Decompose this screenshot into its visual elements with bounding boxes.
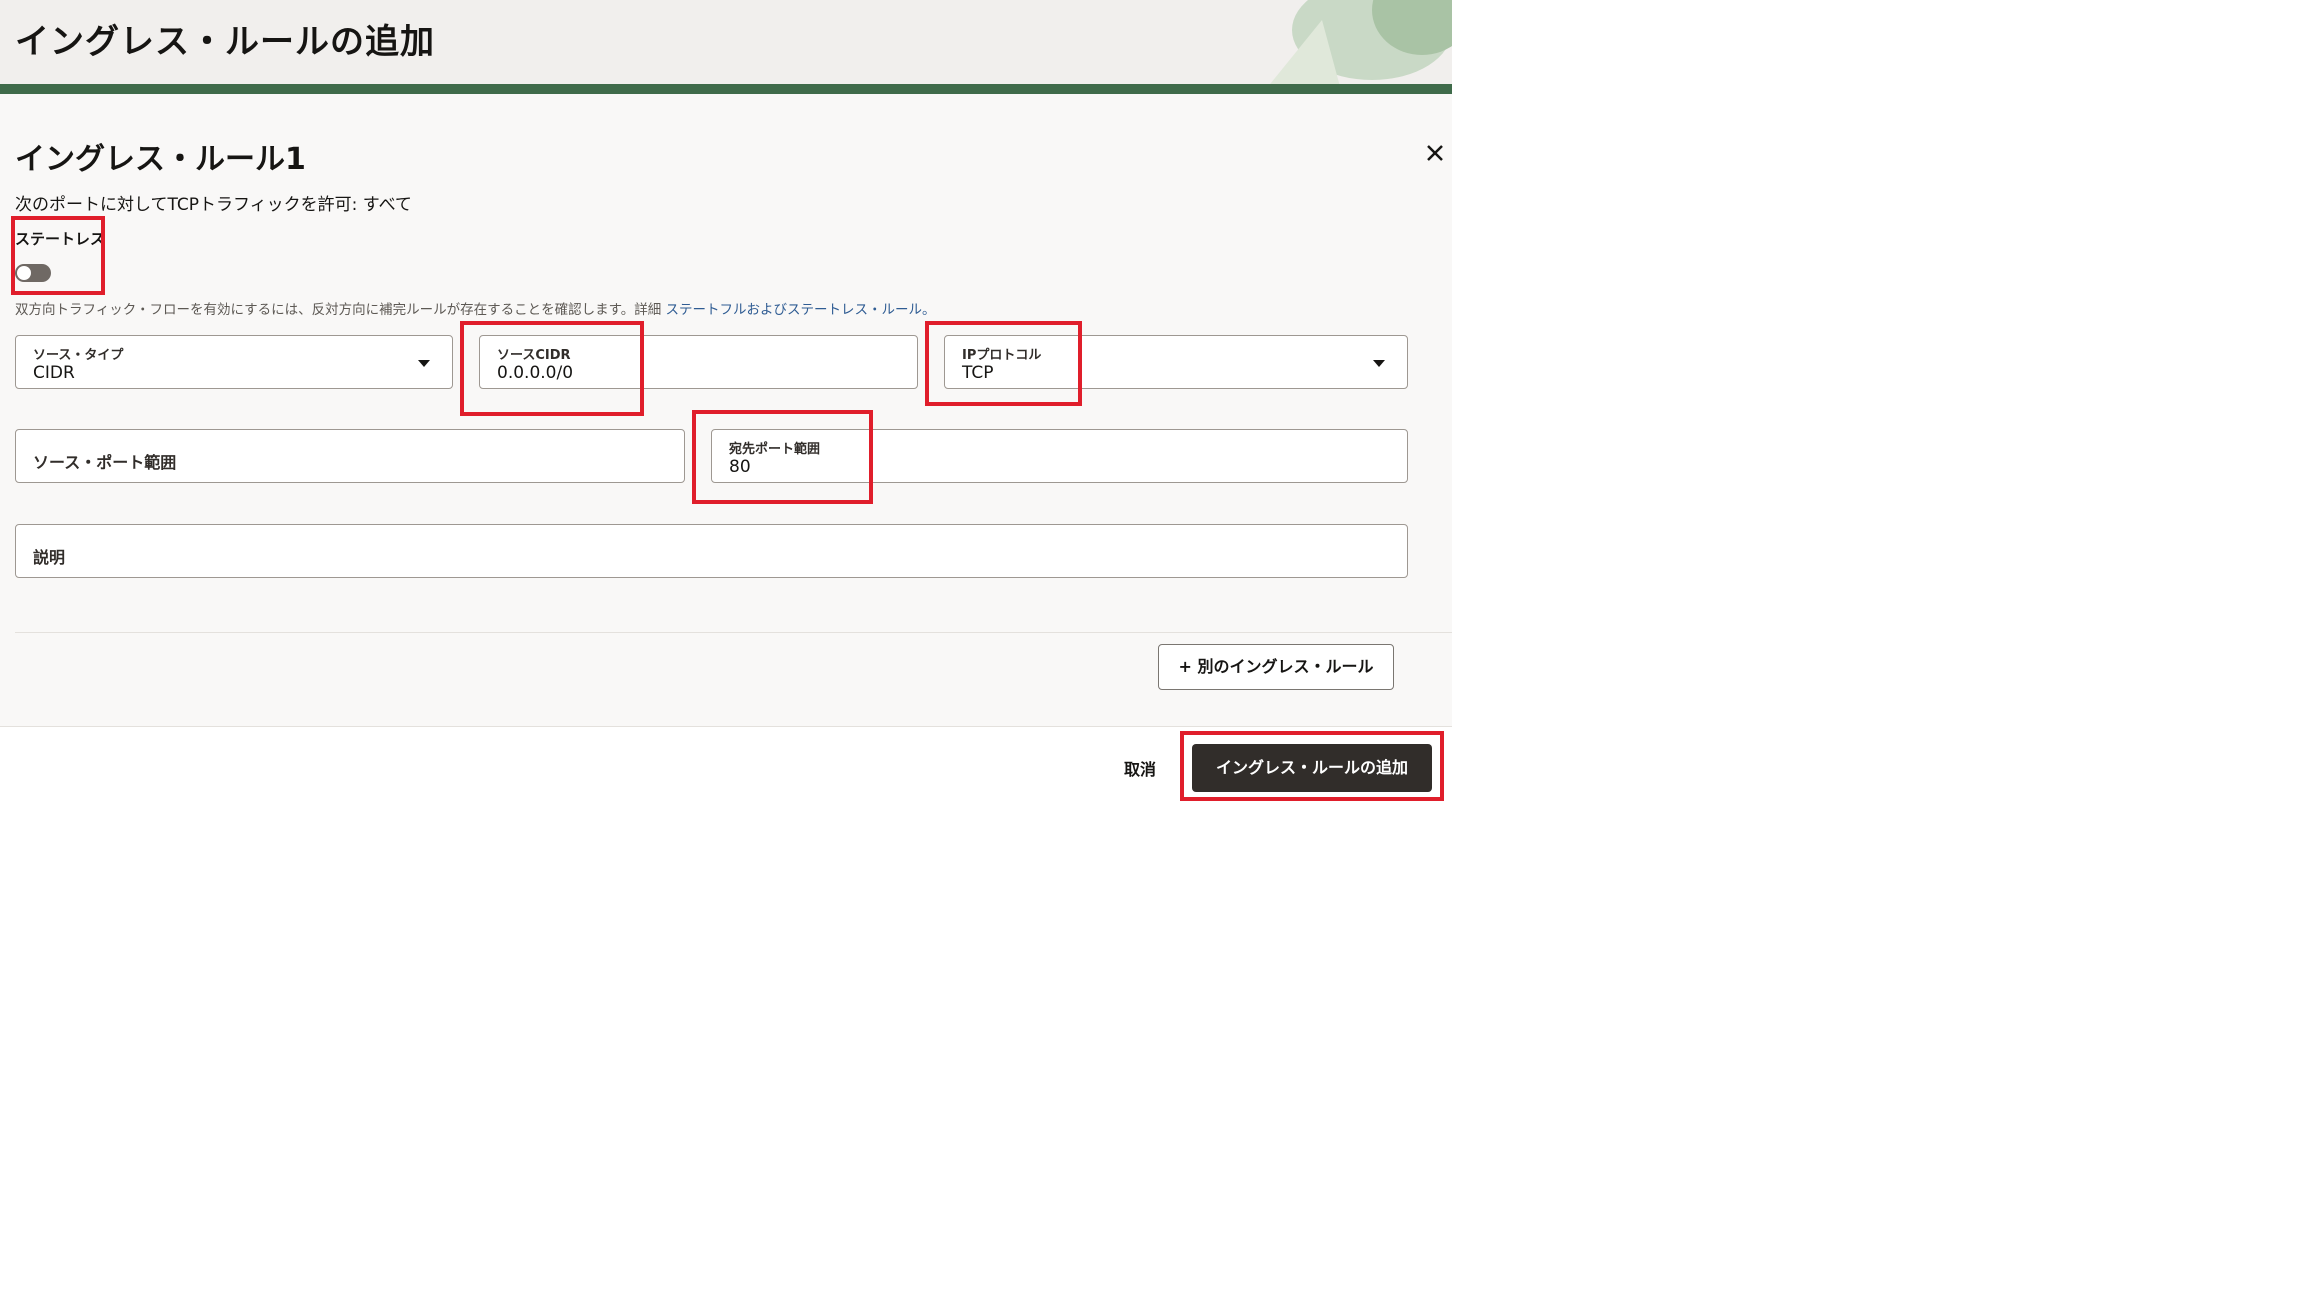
stateful-stateless-link[interactable]: ステートフルおよびステートレス・ルール。 bbox=[666, 302, 936, 318]
stateless-toggle[interactable] bbox=[15, 264, 51, 282]
cancel-button[interactable]: 取消 bbox=[1124, 756, 1156, 780]
dest-port-range-input[interactable]: 宛先ポート範囲 80 bbox=[711, 429, 1408, 483]
header-decoration bbox=[1262, 0, 1452, 94]
footer-divider bbox=[0, 726, 1452, 727]
ingress-rule-dialog: イングレス・ルールの追加 イングレス・ルール1 次のポートに対してTCPトラフィ… bbox=[0, 0, 1452, 820]
header-band bbox=[0, 84, 1452, 94]
source-port-range-label: ソース・ポート範囲 bbox=[33, 453, 177, 472]
ip-protocol-select[interactable]: IPプロトコル TCP bbox=[944, 335, 1408, 389]
ip-protocol-label: IPプロトコル bbox=[962, 348, 1042, 363]
help-text: 双方向トラフィック・フローを有効にするには、反対方向に補完ルールが存在することを… bbox=[15, 302, 662, 318]
source-port-range-input[interactable]: ソース・ポート範囲 bbox=[15, 429, 685, 483]
rule-content: イングレス・ルール1 次のポートに対してTCPトラフィックを許可: すべて ステ… bbox=[0, 94, 1452, 726]
chevron-down-icon bbox=[1373, 360, 1385, 367]
chevron-down-icon bbox=[418, 360, 430, 367]
add-another-ingress-rule-button[interactable]: + 別のイングレス・ルール bbox=[1158, 644, 1394, 690]
ip-protocol-value: TCP bbox=[962, 363, 994, 383]
description-label: 説明 bbox=[33, 548, 66, 567]
dest-port-range-value: 80 bbox=[729, 457, 751, 477]
source-cidr-label: ソースCIDR bbox=[497, 348, 571, 363]
source-type-value: CIDR bbox=[33, 363, 75, 383]
stateless-label: ステートレス bbox=[15, 230, 106, 248]
close-icon[interactable] bbox=[1420, 138, 1450, 168]
add-ingress-rules-button[interactable]: イングレス・ルールの追加 bbox=[1192, 744, 1432, 792]
allowed-traffic-summary: 次のポートに対してTCPトラフィックを許可: すべて bbox=[15, 195, 412, 215]
dialog-header: イングレス・ルールの追加 bbox=[0, 0, 1452, 94]
description-input[interactable]: 説明 bbox=[15, 524, 1408, 578]
stateless-help-text: 双方向トラフィック・フローを有効にするには、反対方向に補完ルールが存在することを… bbox=[15, 298, 936, 318]
source-type-label: ソース・タイプ bbox=[33, 348, 124, 363]
dest-port-range-label: 宛先ポート範囲 bbox=[729, 442, 821, 457]
rule-title: イングレス・ルール1 bbox=[15, 142, 306, 177]
section-divider bbox=[15, 632, 1452, 633]
source-type-select[interactable]: ソース・タイプ CIDR bbox=[15, 335, 453, 389]
toggle-knob bbox=[17, 266, 31, 280]
dialog-title: イングレス・ルールの追加 bbox=[15, 22, 435, 62]
source-cidr-input[interactable]: ソースCIDR 0.0.0.0/0 bbox=[479, 335, 918, 389]
source-cidr-value: 0.0.0.0/0 bbox=[497, 363, 574, 383]
